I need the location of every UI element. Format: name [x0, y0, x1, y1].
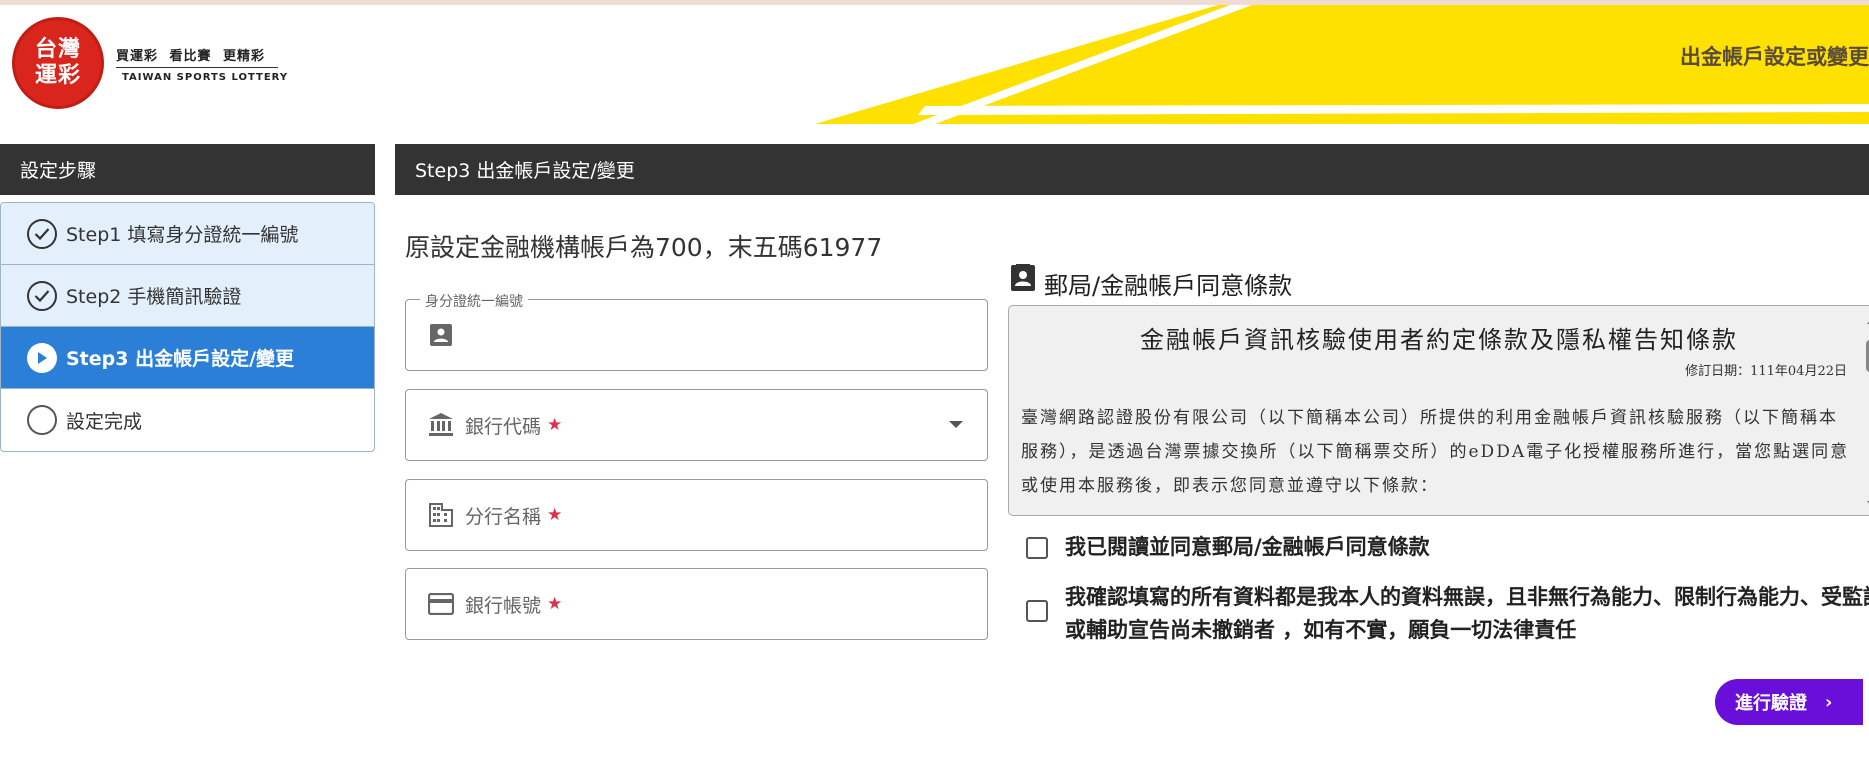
confirm-info-row: 我確認填寫的所有資料都是我本人的資料無誤，且非無行為能力、限制行為能力、受監護或… [1026, 581, 1869, 647]
bank-code-label: 銀行代碼 [465, 415, 542, 438]
id-number-legend: 身分證統一編號 [420, 291, 528, 311]
required-star-icon: ★ [547, 505, 563, 525]
header-stripe-decoration [815, 5, 1869, 124]
logo-text-top: 台灣 [34, 37, 81, 62]
step-label: Step3 出金帳戶設定/變更 [66, 348, 295, 370]
check-circle-icon [27, 218, 57, 249]
page-title: 出金帳戶設定或變更 [1680, 45, 1869, 69]
step-item-3: Step3 出金帳戶設定/變更 [1, 327, 374, 389]
building-icon [427, 501, 455, 529]
confirm-info-checkbox[interactable] [1026, 600, 1048, 622]
logo-divider [116, 67, 278, 68]
contact-card-icon [1010, 263, 1036, 298]
step-item-1: Step1 填寫身分證統一編號 [1, 203, 374, 265]
agree-terms-row: 我已閱讀並同意郵局/金融帳戶同意條款 [1026, 531, 1869, 564]
bank-icon [427, 411, 455, 439]
site-header: 台灣 運彩 買運彩 看比賽 更精彩 TAIWAN SPORTS LOTTERY … [0, 0, 1869, 124]
logo-slogan: 買運彩 看比賽 更精彩 [116, 49, 266, 64]
terms-scrollbar[interactable] [1863, 306, 1869, 515]
step-item-4: 設定完成 [1, 389, 374, 451]
terms-revised-date: 修訂日期：111年04月22日 [1685, 364, 1847, 379]
empty-circle-icon [27, 405, 57, 435]
id-number-field[interactable]: 身分證統一編號 [405, 291, 988, 371]
account-number-field[interactable]: 銀行帳號 ★ [405, 568, 988, 640]
branch-name-field[interactable]: 分行名稱 ★ [405, 479, 988, 551]
logo-english-name: TAIWAN SPORTS LOTTERY [122, 72, 289, 83]
terms-section-title: 郵局/金融帳戶同意條款 [1010, 263, 1293, 301]
branch-name-label: 分行名稱 [465, 505, 542, 528]
verify-button-label: 進行驗證 [1735, 693, 1807, 714]
step-item-2: Step2 手機簡訊驗證 [1, 265, 374, 327]
step-label: Step1 填寫身分證統一編號 [66, 224, 299, 246]
main-panel-title: Step3 出金帳戶設定/變更 [395, 144, 1869, 195]
check-circle-icon [27, 280, 57, 311]
sidebar-title: 設定步驟 [0, 144, 375, 195]
agree-terms-label[interactable]: 我已閱讀並同意郵局/金融帳戶同意條款 [1065, 531, 1869, 564]
step-list: Step1 填寫身分證統一編號 Step2 手機簡訊驗證 Step3 出金帳戶設… [0, 202, 375, 452]
steps-sidebar: 設定步驟 Step1 填寫身分證統一編號 Step2 手機簡訊驗證 Step3 … [0, 144, 375, 452]
confirm-info-label[interactable]: 我確認填寫的所有資料都是我本人的資料無誤，且非無行為能力、限制行為能力、受監護或… [1065, 581, 1869, 647]
required-star-icon: ★ [547, 415, 563, 435]
verify-button[interactable]: 進行驗證 › [1715, 679, 1863, 725]
required-star-icon: ★ [547, 594, 563, 614]
step-label: 設定完成 [66, 410, 143, 433]
logo-text-bottom: 運彩 [34, 63, 81, 88]
chevron-right-icon: › [1825, 691, 1833, 713]
original-account-info: 原設定金融機構帳戶為700，末五碼61977 [405, 233, 883, 262]
step-label: Step2 手機簡訊驗證 [66, 286, 242, 308]
account-number-label: 銀行帳號 [465, 594, 542, 617]
terms-heading: 金融帳戶資訊核驗使用者約定條款及隱私權告知條款 [1140, 326, 1738, 354]
id-card-icon [427, 321, 455, 349]
terms-section-title-text: 郵局/金融帳戶同意條款 [1044, 272, 1293, 300]
play-circle-icon [27, 342, 57, 373]
terms-scroll-box[interactable]: 金融帳戶資訊核驗使用者約定條款及隱私權告知條款 修訂日期：111年04月22日 … [1008, 305, 1869, 516]
agree-terms-checkbox[interactable] [1026, 537, 1048, 559]
terms-body-text: 臺灣網路認證股份有限公司（以下簡稱本公司）所提供的利用金融帳戶資訊核驗服務（以下… [1021, 408, 1850, 496]
credit-card-icon [427, 590, 455, 618]
taiwan-sports-lottery-logo[interactable]: 台灣 運彩 [12, 17, 104, 109]
bank-code-select[interactable]: 銀行代碼 ★ [405, 389, 988, 461]
chevron-down-icon[interactable] [949, 421, 963, 428]
